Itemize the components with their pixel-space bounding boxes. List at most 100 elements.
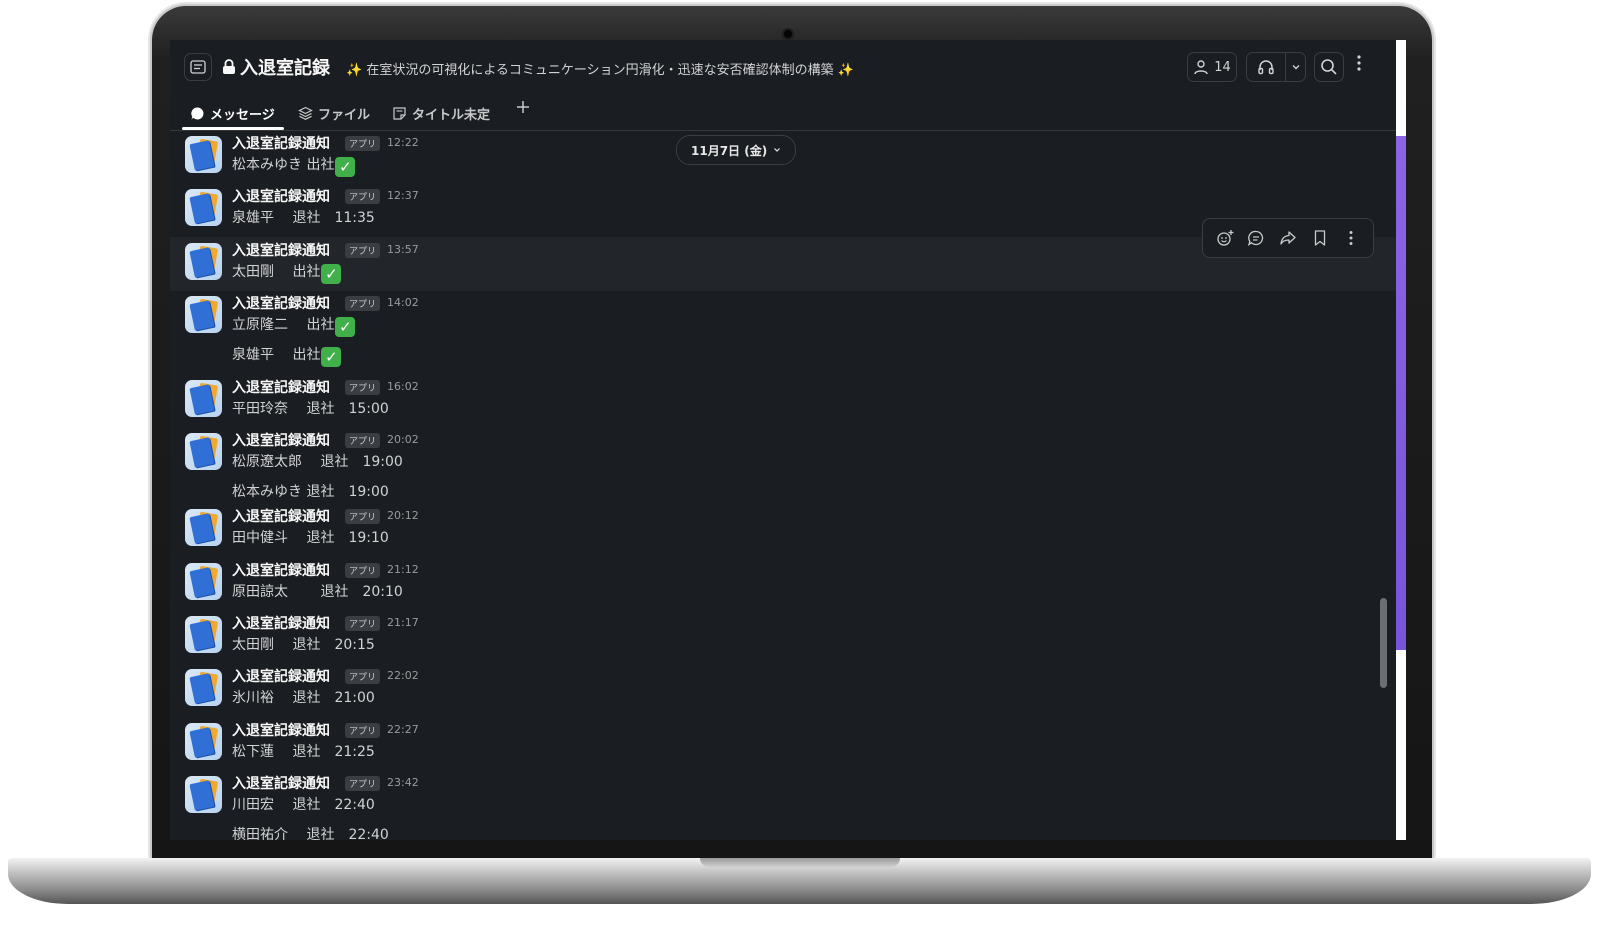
tab-canvas[interactable]: タイトル未定	[392, 96, 490, 130]
message-line: 泉雄平 出社	[232, 347, 321, 363]
sender-name[interactable]: 入退室記録通知	[232, 293, 330, 313]
message-text: 泉雄平 出社 ✓	[232, 344, 342, 367]
channel-name: 入退室記録	[240, 58, 330, 79]
app-avatar[interactable]	[185, 296, 222, 333]
app-avatar[interactable]	[185, 776, 222, 813]
huddle-button[interactable]	[1246, 52, 1306, 82]
message-line: 原田諒太 退社 20:10	[232, 584, 403, 600]
tab-canvas-label: タイトル未定	[412, 107, 491, 123]
app-screen: 入退室記録 ✨ 在室状況の可視化によるコミュニケーション円滑化・迅速な安否確認体…	[170, 40, 1406, 840]
channel-topic[interactable]: ✨ 在室状況の可視化によるコミュニケーション円滑化・迅速な安否確認体制の構築 ✨	[346, 59, 854, 78]
app-badge: アプリ	[345, 243, 381, 258]
message-text: 原田諒太 退社 20:10	[232, 581, 403, 601]
tab-messages[interactable]: メッセージ	[190, 96, 275, 130]
message-timestamp[interactable]: 13:57	[387, 243, 419, 256]
sender-name[interactable]: 入退室記録通知	[232, 773, 330, 793]
check-mark-icon: ✓	[335, 317, 356, 337]
search-icon	[1321, 59, 1337, 75]
message-row[interactable]: 入退室記録通知 アプリ 23:42 川田宏 退社 22:40 横田祐介 退社 22:40	[170, 770, 1396, 840]
app-badge: アプリ	[345, 669, 381, 684]
message-timestamp[interactable]: 20:12	[387, 509, 419, 522]
app-avatar[interactable]	[185, 433, 222, 470]
check-mark-icon: ✓	[321, 264, 342, 284]
kebab-icon	[1357, 55, 1361, 71]
message-line: 川田宏 退社 22:40	[232, 797, 375, 813]
save-button[interactable]	[1310, 228, 1330, 248]
message-row[interactable]: 入退室記録通知 アプリ 22:27 松下蓮 退社 21:25	[170, 717, 1396, 771]
layers-icon	[298, 106, 313, 120]
message-more-button[interactable]	[1341, 228, 1361, 248]
sender-name[interactable]: 入退室記録通知	[232, 377, 330, 397]
message-timestamp[interactable]: 22:02	[387, 669, 419, 682]
message-timestamp[interactable]: 14:02	[387, 296, 419, 309]
date-divider-button[interactable]: 11月7日 (金)	[676, 135, 797, 165]
add-reaction-button[interactable]	[1215, 228, 1235, 248]
message-timestamp[interactable]: 21:17	[387, 616, 419, 629]
channel-tabs: メッセージ ファイル タイトル未定	[170, 96, 1396, 131]
message-timestamp[interactable]: 12:22	[387, 136, 419, 149]
app-badge: アプリ	[345, 189, 381, 204]
share-button[interactable]	[1278, 228, 1298, 248]
message-text: 立原隆二 出社 ✓	[232, 314, 356, 337]
sender-name[interactable]: 入退室記録通知	[232, 133, 330, 153]
message-row[interactable]: 入退室記録通知 アプリ 21:12 原田諒太 退社 20:10	[170, 557, 1396, 611]
message-text: 田中健斗 退社 19:10	[232, 527, 389, 547]
message-text: 川田宏 退社 22:40	[232, 794, 375, 814]
message-line: 松本みゆき 退社 19:00	[232, 484, 389, 500]
sender-name[interactable]: 入退室記録通知	[232, 666, 330, 686]
app-badge: アプリ	[345, 509, 381, 524]
sender-name[interactable]: 入退室記録通知	[232, 186, 330, 206]
app-avatar[interactable]	[185, 723, 222, 760]
sender-name[interactable]: 入退室記録通知	[232, 240, 330, 260]
tab-files[interactable]: ファイル	[298, 96, 370, 130]
message-row[interactable]: 入退室記録通知 アプリ 14:02 立原隆二 出社 ✓ 泉雄平 出社 ✓	[170, 290, 1396, 368]
app-badge: アプリ	[345, 433, 381, 448]
message-row[interactable]: 入退室記録通知 アプリ 16:02 平田玲奈 退社 15:00	[170, 374, 1396, 428]
message-row[interactable]: 入退室記録通知 アプリ 20:12 田中健斗 退社 19:10	[170, 503, 1396, 557]
emoji-add-icon	[1217, 230, 1234, 246]
message-text: 松本みゆき 退社 19:00	[232, 481, 389, 501]
lock-icon	[223, 59, 235, 74]
channel-title[interactable]: 入退室記録	[222, 54, 330, 80]
more-options-button[interactable]	[1356, 54, 1372, 72]
app-avatar[interactable]	[185, 616, 222, 653]
sender-name[interactable]: 入退室記録通知	[232, 613, 330, 633]
add-tab-button[interactable]	[516, 100, 530, 114]
sender-name[interactable]: 入退室記録通知	[232, 506, 330, 526]
app-avatar[interactable]	[185, 189, 222, 226]
bookmark-icon	[1314, 230, 1325, 246]
check-mark-icon: ✓	[335, 157, 356, 177]
thread-icon	[1248, 230, 1264, 247]
list-icon	[190, 60, 206, 74]
message-row[interactable]: 入退室記録通知 アプリ 21:17 太田剛 退社 20:15	[170, 610, 1396, 664]
search-button[interactable]	[1314, 52, 1344, 82]
members-button[interactable]: 14	[1187, 52, 1237, 82]
app-avatar[interactable]	[185, 380, 222, 417]
message-timestamp[interactable]: 12:37	[387, 189, 419, 202]
sidebar-toggle-button[interactable]	[184, 53, 212, 81]
app-avatar[interactable]	[185, 509, 222, 546]
message-text: 太田剛 出社 ✓	[232, 261, 342, 284]
message-timestamp[interactable]: 21:12	[387, 563, 419, 576]
app-avatar[interactable]	[185, 669, 222, 706]
app-avatar[interactable]	[185, 136, 222, 173]
app-badge: アプリ	[345, 136, 381, 151]
scrollbar-thumb[interactable]	[1380, 598, 1387, 688]
sender-name[interactable]: 入退室記録通知	[232, 720, 330, 740]
message-row[interactable]: 入退室記録通知 アプリ 22:02 氷川裕 退社 21:00	[170, 663, 1396, 717]
message-line: 立原隆二 出社	[232, 317, 335, 333]
message-timestamp[interactable]: 23:42	[387, 776, 419, 789]
date-divider-label: 11月7日 (金)	[691, 143, 768, 158]
message-timestamp[interactable]: 20:02	[387, 433, 419, 446]
app-avatar[interactable]	[185, 563, 222, 600]
message-row[interactable]: 入退室記録通知 アプリ 20:02 松原遼太郎 退社 19:00 松本みゆき 退社 19…	[170, 427, 1396, 505]
plus-icon	[517, 101, 529, 113]
message-timestamp[interactable]: 22:27	[387, 723, 419, 736]
sender-name[interactable]: 入退室記録通知	[232, 560, 330, 580]
reply-thread-button[interactable]	[1246, 228, 1266, 248]
app-badge: アプリ	[345, 776, 381, 791]
app-avatar[interactable]	[185, 243, 222, 280]
message-line: 田中健斗 退社 19:10	[232, 530, 389, 546]
message-timestamp[interactable]: 16:02	[387, 380, 419, 393]
sender-name[interactable]: 入退室記録通知	[232, 430, 330, 450]
